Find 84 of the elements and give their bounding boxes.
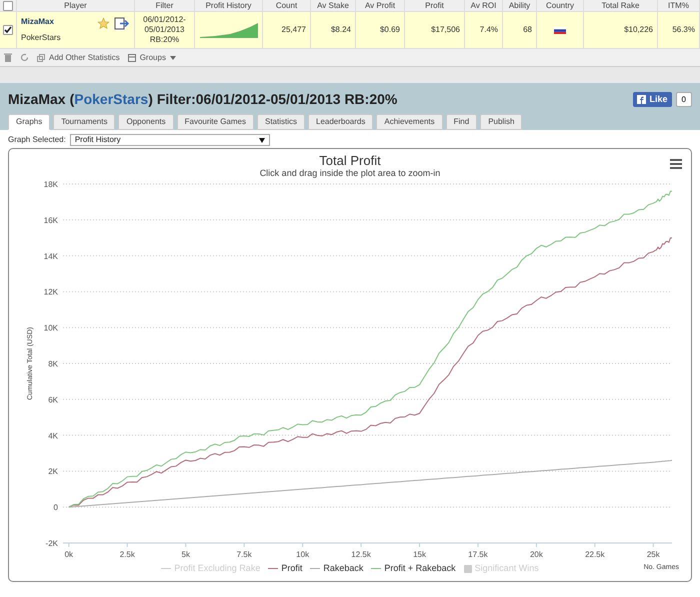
graph-selected-label: Graph Selected: — [8, 134, 66, 146]
sparkline-drawing — [200, 22, 258, 38]
caret-icon — [258, 138, 265, 142]
y-tick-label: 4K — [48, 431, 58, 440]
count-value: 25,477 — [282, 24, 306, 36]
column-header[interactable]: Profit History — [195, 0, 263, 11]
tab[interactable]: Leaderboards — [308, 114, 374, 130]
add-statistics-button[interactable]: Add Other Statistics — [37, 52, 120, 64]
legend-item[interactable]: Profit — [268, 562, 302, 576]
checkbox[interactable] — [3, 25, 13, 35]
tab[interactable]: Graphs — [8, 114, 50, 130]
site-name: PokerStars — [21, 32, 62, 44]
column-header[interactable]: Ability — [503, 0, 537, 11]
filter-text: RB:20% — [150, 35, 180, 45]
chart-title: Total Profit — [319, 154, 381, 168]
ability-value: 68 — [523, 24, 532, 36]
legend-item[interactable]: Profit + Rakeback — [371, 562, 456, 576]
av-profit-value: $0.69 — [380, 24, 400, 36]
graph-select[interactable]: Profit History — [70, 134, 270, 146]
site-link[interactable]: (PokerStars) — [70, 89, 153, 110]
column-header[interactable]: Total Rake — [584, 0, 658, 11]
column-header[interactable]: Count — [263, 0, 311, 11]
y-tick-label: -2K — [46, 539, 58, 548]
facebook-icon — [636, 95, 646, 104]
x-tick-label: 5k — [182, 550, 190, 559]
checkbox[interactable] — [3, 0, 13, 10]
y-tick-label: 12K — [44, 288, 58, 297]
filter-text: 05/01/2013 — [144, 25, 185, 35]
tab[interactable]: Tournaments — [53, 114, 116, 130]
export-icon[interactable] — [114, 17, 130, 30]
star-icon[interactable] — [97, 17, 110, 30]
copy-icon — [37, 54, 45, 62]
column-header[interactable]: Country — [537, 0, 584, 11]
caret-icon — [170, 56, 176, 60]
y-tick-label: 18K — [44, 180, 58, 189]
x-tick-label: 15k — [413, 550, 426, 559]
table-icon — [128, 54, 136, 62]
x-tick-label: 10k — [296, 550, 310, 559]
x-tick-label: 22.5k — [585, 550, 605, 559]
legend-item[interactable]: Rakeback — [310, 562, 364, 576]
tab[interactable]: Opponents — [118, 114, 174, 130]
tab[interactable]: Favourite Games — [176, 114, 254, 130]
x-tick-label: 7.5k — [236, 550, 252, 559]
y-tick-label: 8K — [48, 360, 58, 368]
x-tick-label: 17.5k — [468, 550, 488, 559]
y-tick-label: 16K — [44, 216, 58, 225]
x-tick-label: 12.5k — [351, 550, 371, 559]
total-rake-value: $10,226 — [624, 24, 653, 36]
column-header[interactable]: Player — [17, 0, 135, 11]
y-tick-label: 6K — [48, 395, 58, 404]
player-name-title: MizaMax — [8, 90, 66, 109]
groups-button[interactable]: Groups — [128, 52, 176, 64]
trash-icon[interactable] — [4, 53, 12, 62]
av-roi-value: 7.4% — [480, 24, 498, 36]
like-count: 0 — [676, 92, 692, 107]
player-link[interactable]: MizaMax — [21, 16, 93, 28]
x-tick-label: 0k — [64, 550, 74, 559]
itm-value: 56.3% — [672, 24, 695, 36]
flag-icon — [554, 26, 566, 34]
x-tick-label: 20k — [530, 550, 543, 559]
profit-value: $17,506 — [431, 24, 460, 36]
column-header[interactable]: Av Stake — [311, 0, 356, 11]
column-header[interactable]: ITM% — [658, 0, 700, 11]
column-header[interactable]: Av Profit — [356, 0, 405, 11]
tab[interactable]: Achievements — [376, 114, 443, 130]
menu-icon[interactable] — [670, 159, 682, 169]
tab[interactable]: Find — [446, 114, 478, 130]
av-stake-value: $8.24 — [330, 24, 351, 36]
tab[interactable]: Publish — [480, 114, 522, 130]
x-tick-label: 2.5k — [120, 550, 135, 559]
filter-title: Filter:06/01/2012-05/01/2013 RB:20% — [156, 90, 398, 109]
chart-subtitle: Click and drag inside the plot area to zoom-in — [260, 168, 440, 179]
like-button[interactable]: Like — [632, 92, 672, 107]
column-header[interactable]: Av ROI — [465, 0, 503, 11]
column-header[interactable]: Filter — [135, 0, 195, 11]
y-tick-label: 2K — [48, 467, 58, 476]
tab[interactable]: Statistics — [256, 114, 305, 130]
y-tick-label: 14K — [44, 252, 58, 261]
refresh-icon[interactable] — [20, 53, 29, 62]
y-tick-label: 10K — [44, 324, 58, 333]
y-tick-label: 0 — [54, 503, 58, 512]
filter-text: 06/01/2012- — [143, 15, 186, 25]
column-header[interactable]: Profit — [405, 0, 465, 11]
x-tick-label: 25k — [646, 550, 660, 559]
